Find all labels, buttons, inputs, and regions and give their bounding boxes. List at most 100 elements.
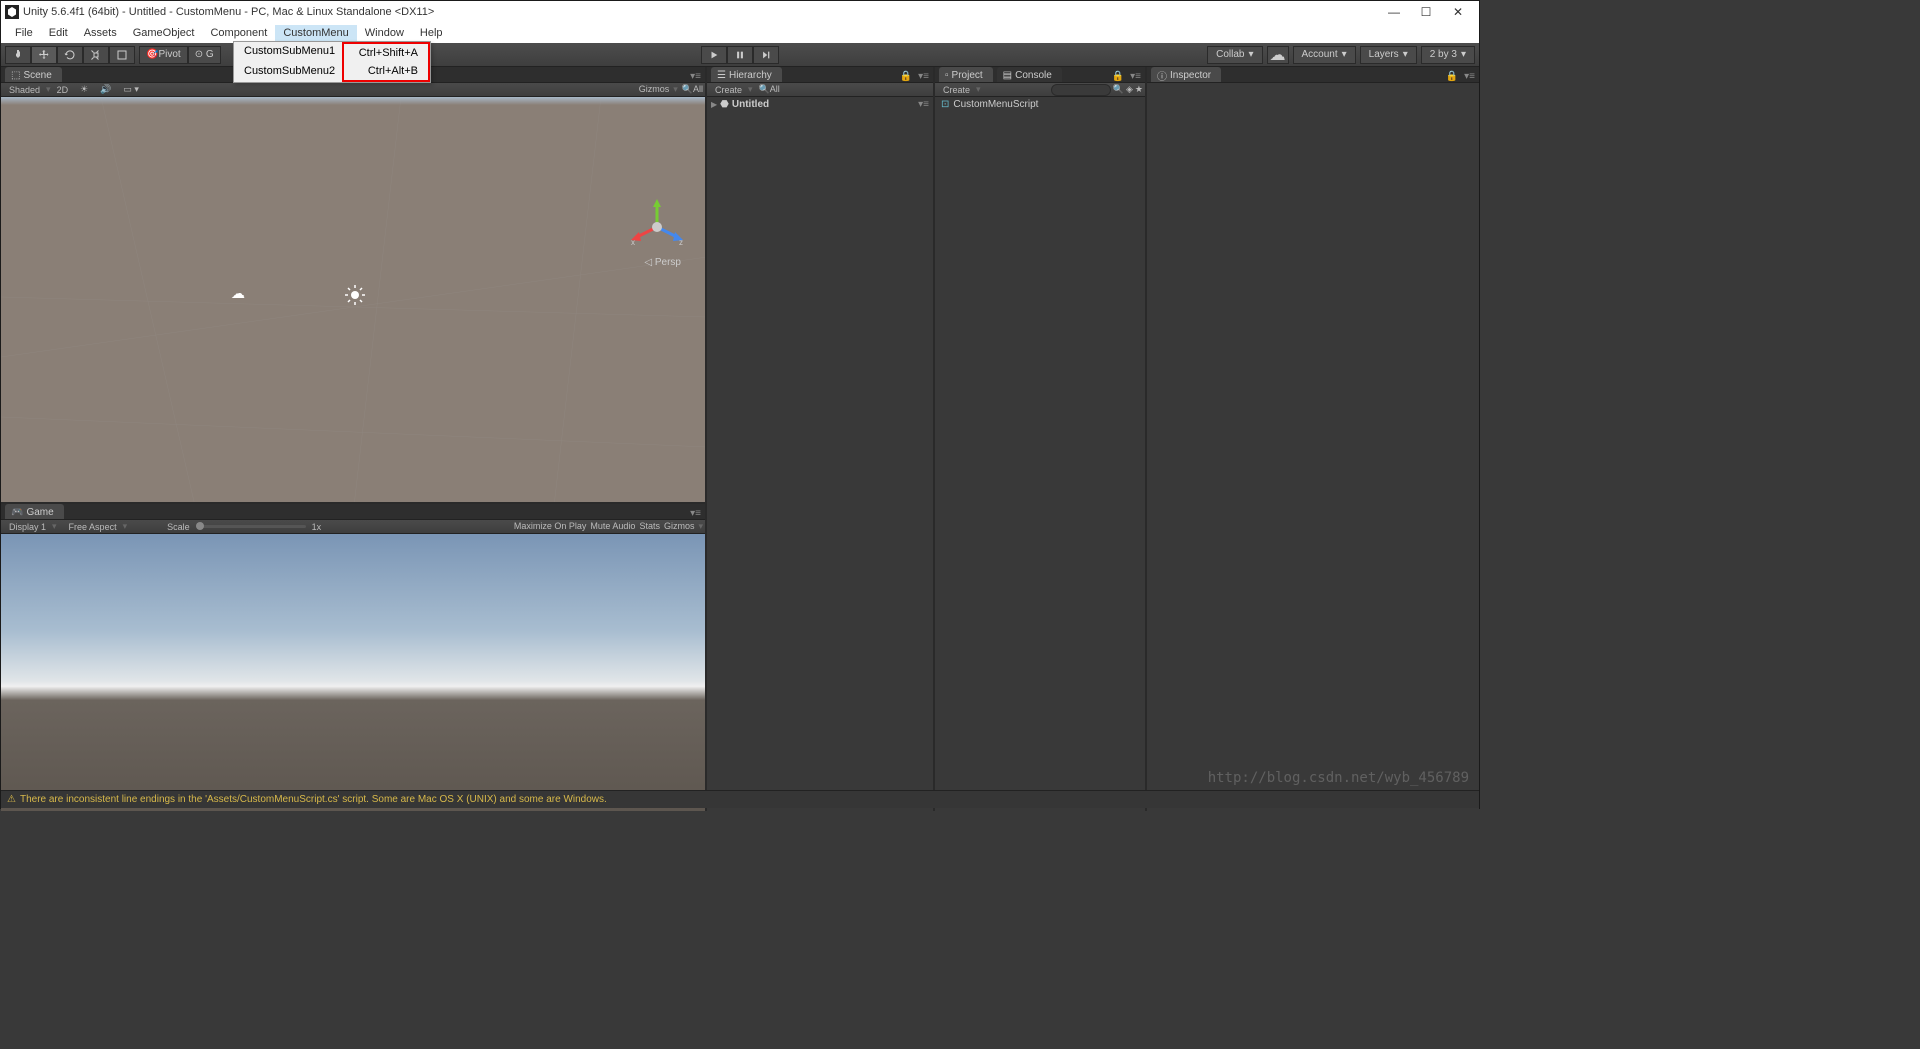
hierarchy-create[interactable]: Create [709,85,748,95]
menu-window[interactable]: Window [357,25,412,41]
game-panel: 🎮 Game ▾≡ Display 1 ▾ Free Aspect ▾ Scal… [1,502,705,811]
window-title: Unity 5.6.4f1 (64bit) - Untitled - Custo… [23,6,434,18]
menu-assets[interactable]: Assets [76,25,125,41]
svg-text:x: x [631,238,635,247]
gizmos-dropdown[interactable]: Gizmos [639,84,670,95]
scale-value: 1x [306,522,328,532]
project-lock-icon[interactable]: 🔒 [1110,71,1126,82]
scene-icon: ⬚ [11,70,20,81]
scale-label: Scale [127,522,196,532]
menu-custommenu[interactable]: CustomMenu [275,25,356,41]
local-toggle[interactable]: ⊙ G [188,46,221,64]
game-options-icon[interactable]: ▾≡ [686,508,705,519]
persp-label[interactable]: ◁ Persp [644,257,681,268]
inspector-panel: ⓘ Inspector 🔒 ▾≡ [1147,67,1479,811]
status-bar[interactable]: ⚠ There are inconsistent line endings in… [1,790,1479,808]
unity-logo-icon [5,5,19,19]
scene-panel: ⬚ Scene ▾≡ Shaded ▾ 2D ☀ 🔊 ▭ ▾ Gizmos ▾ … [1,67,705,502]
hierarchy-tab[interactable]: ☰ Hierarchy [711,67,782,82]
submenu-1[interactable]: CustomSubMenu1 [234,42,342,62]
tool-rect[interactable] [109,46,135,64]
hierarchy-panel: ☰ Hierarchy 🔒 ▾≡ Create ▾ 🔍All ▶ ⬣ Untit… [707,67,935,811]
submenu-2-shortcut: Ctrl+Alt+B [342,62,430,82]
mute-toggle[interactable]: Mute Audio [590,521,635,532]
project-icon: ▫ [945,70,949,81]
scale-slider[interactable] [196,525,306,528]
tool-scale[interactable] [83,46,109,64]
hierarchy-search-all[interactable]: 🔍All [753,84,786,95]
menu-edit[interactable]: Edit [41,25,76,41]
menu-help[interactable]: Help [412,25,451,41]
filter-type-icon[interactable]: ◈ [1126,84,1133,95]
pause-button[interactable] [727,46,753,64]
game-tab[interactable]: 🎮 Game [5,504,64,519]
project-create[interactable]: Create [937,85,976,95]
warning-icon: ⚠ [7,794,16,805]
pivot-toggle[interactable]: 🎯 Pivot [139,46,188,64]
display-dropdown[interactable]: Display 1 [3,522,52,532]
shaded-dropdown[interactable]: Shaded [3,85,46,95]
minimize-button[interactable]: — [1387,5,1401,19]
aspect-dropdown[interactable]: Free Aspect [63,522,123,532]
search-filter-icon[interactable]: 🔍 [1113,84,1124,95]
game-view[interactable] [1,534,705,811]
effects-icon[interactable]: ▭ ▾ [117,84,145,95]
tool-hand[interactable] [5,46,31,64]
lighting-icon[interactable]: ☀ [74,84,94,95]
project-asset-item[interactable]: ⊡ CustomMenuScript [935,97,1145,112]
game-gizmos-dropdown[interactable]: Gizmos [664,521,695,532]
scene-options-icon[interactable]: ▾≡ [918,99,929,110]
svg-text:z: z [679,238,683,247]
tool-rotate[interactable] [57,46,83,64]
hierarchy-lock-icon[interactable]: 🔒 [898,71,914,82]
watermark: http://blog.csdn.net/wyb_456789 [1208,770,1469,786]
submenu-2[interactable]: CustomSubMenu2 [234,62,342,82]
project-options-icon[interactable]: ▾≡ [1126,71,1145,82]
camera-gizmo-icon[interactable]: ☁ [231,285,245,302]
close-button[interactable]: ✕ [1451,5,1465,19]
light-gizmo-icon[interactable] [343,283,367,307]
play-button[interactable] [701,46,727,64]
expand-arrow-icon[interactable]: ▶ [711,100,717,109]
inspector-tab[interactable]: ⓘ Inspector [1151,67,1221,82]
project-search[interactable] [1051,84,1111,96]
custommenu-dropdown: CustomSubMenu1 Ctrl+Shift+A CustomSubMen… [233,41,431,83]
orientation-gizmo[interactable]: x z [627,197,687,257]
menu-component[interactable]: Component [202,25,275,41]
filter-star-icon[interactable]: ★ [1135,84,1143,95]
layout-button[interactable]: 2 by 3 ▾ [1421,46,1475,64]
tool-move[interactable] [31,46,57,64]
console-tab[interactable]: ▤ Console [997,67,1062,82]
audio-icon[interactable]: 🔊 [94,84,117,95]
cloud-button[interactable]: ☁ [1267,46,1289,64]
inspector-icon: ⓘ [1157,68,1167,83]
console-icon: ▤ [1003,70,1012,81]
2d-toggle[interactable]: 2D [51,85,75,95]
account-button[interactable]: Account ▾ [1293,46,1356,64]
hierarchy-icon: ☰ [717,70,726,81]
maximize-button[interactable]: ☐ [1419,5,1433,19]
scene-options-icon[interactable]: ▾≡ [686,71,705,82]
scene-tab[interactable]: ⬚ Scene [5,67,62,82]
layers-button[interactable]: Layers ▾ [1360,46,1417,64]
title-bar: Unity 5.6.4f1 (64bit) - Untitled - Custo… [1,1,1479,23]
hierarchy-options-icon[interactable]: ▾≡ [914,71,933,82]
search-all[interactable]: 🔍All [682,84,703,95]
inspector-lock-icon[interactable]: 🔒 [1444,71,1460,82]
collab-button[interactable]: Collab ▾ [1207,46,1262,64]
step-button[interactable] [753,46,779,64]
menu-gameobject[interactable]: GameObject [125,25,203,41]
submenu-1-shortcut: Ctrl+Shift+A [342,42,430,62]
toolbar: 🎯 Pivot ⊙ G Collab ▾ ☁ Account ▾ Layers … [1,43,1479,67]
game-icon: 🎮 [11,507,23,518]
project-tab[interactable]: ▫ Project [939,67,993,82]
menu-bar: File Edit Assets GameObject Component Cu… [1,23,1479,43]
menu-file[interactable]: File [7,25,41,41]
inspector-options-icon[interactable]: ▾≡ [1460,71,1479,82]
maximize-toggle[interactable]: Maximize On Play [514,521,587,532]
stats-toggle[interactable]: Stats [639,521,660,532]
hierarchy-scene-root[interactable]: ▶ ⬣ Untitled ▾≡ [707,97,933,112]
unity-scene-icon: ⬣ [720,99,729,110]
project-panel: ▫ Project ▤ Console 🔒 ▾≡ Create ▾ 🔍 ◈ ★ … [935,67,1147,811]
scene-view[interactable]: ☁ x z ◁ [1,97,705,502]
